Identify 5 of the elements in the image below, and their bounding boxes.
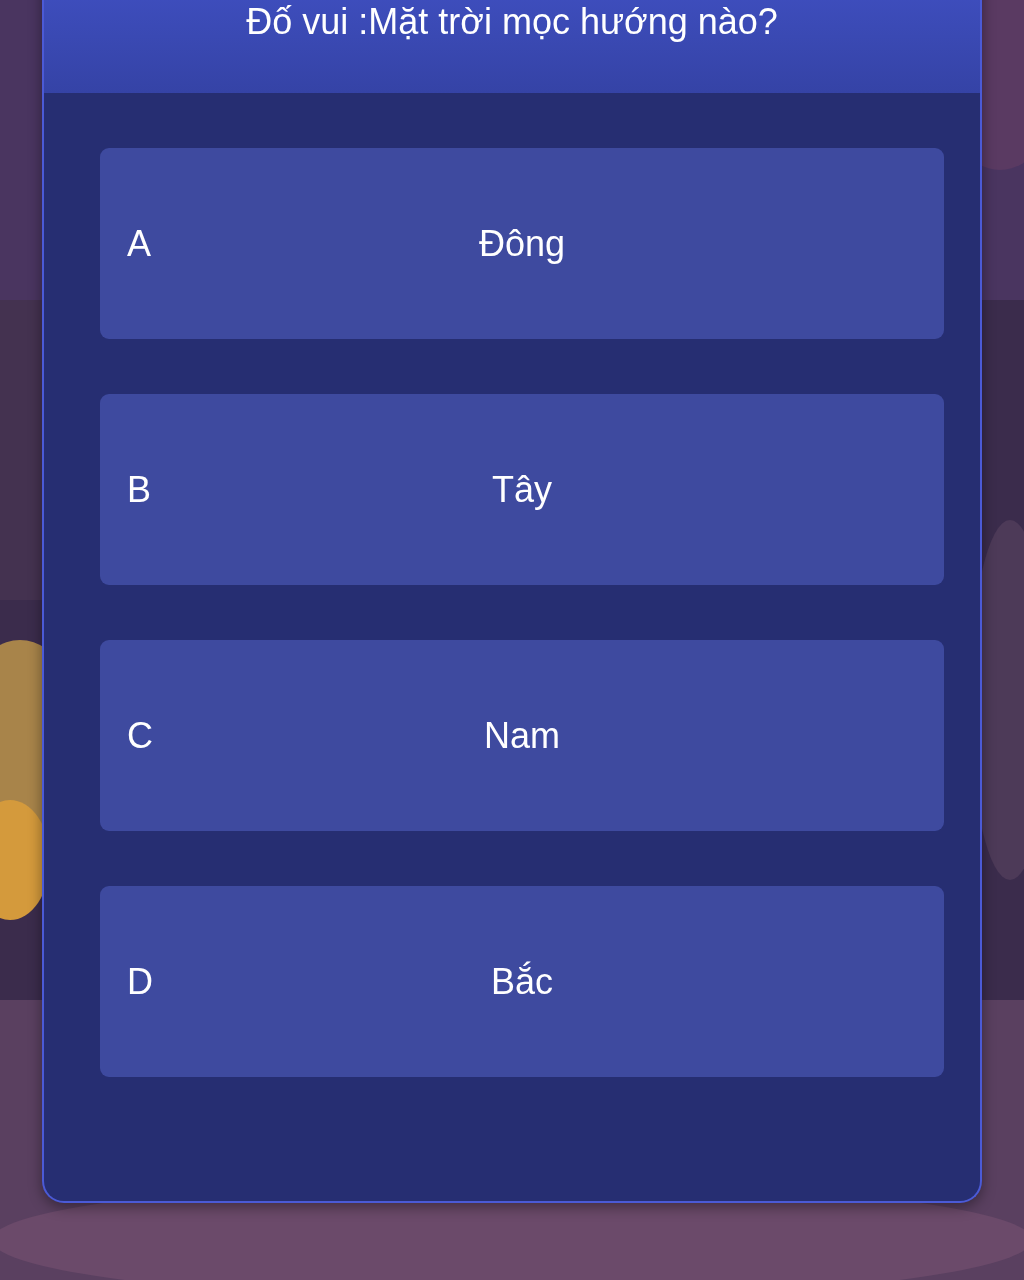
answer-button[interactable]: C Nam	[100, 640, 944, 831]
question-title: Đố vui :Mặt trời mọc hướng nào?	[246, 0, 778, 44]
answer-button[interactable]: A Đông	[100, 148, 944, 339]
answer-button[interactable]: D Bắc	[100, 886, 944, 1077]
answer-button[interactable]: B Tây	[100, 394, 944, 585]
